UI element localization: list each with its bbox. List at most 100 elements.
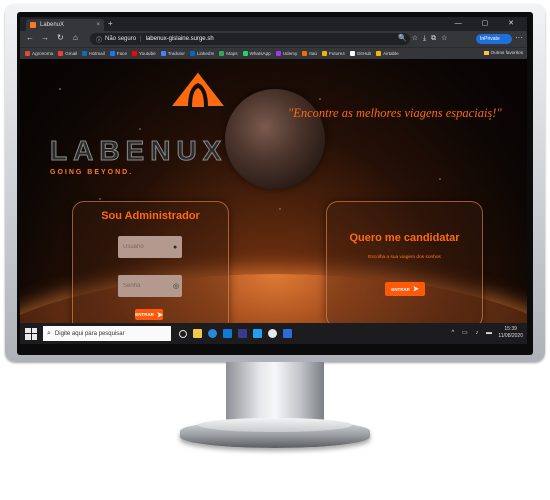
bookmark-label: Itaú	[309, 51, 317, 56]
other-favorites-label: Outros favoritos	[490, 50, 523, 55]
inprivate-badge[interactable]: InPrivate	[476, 34, 512, 44]
monitor-stand-neck	[226, 362, 324, 426]
bookmark-label: Face	[116, 51, 127, 56]
password-input[interactable]	[118, 282, 173, 290]
other-favorites[interactable]: Outros favoritos	[483, 50, 523, 55]
url-field[interactable]: ⓘ Não seguro | labenux-gislaine.surge.sh	[90, 33, 410, 45]
windows-taskbar: ⌕ Digite aqui para pesquisar ^ ▭ ♪ ▬ 15:…	[20, 323, 527, 344]
bookmark-icon	[189, 51, 195, 56]
bookmark-icon	[25, 51, 30, 56]
candidate-card: Quero me candidatar Escolha a sua viagem…	[326, 201, 483, 323]
candidate-button-label: ENTRAR	[391, 286, 410, 292]
browser-tab[interactable]: LabenuX ×	[26, 19, 104, 31]
new-tab-icon[interactable]: +	[108, 19, 113, 28]
bookmark-icon	[82, 51, 88, 56]
bookmark-item[interactable]: Tradutor	[160, 51, 185, 56]
admin-login-button[interactable]: ENTRAR ➤	[135, 309, 163, 320]
browser-tab-bar: LabenuX × + — ▢ ✕	[20, 17, 527, 31]
reload-icon[interactable]: ↻	[57, 33, 64, 42]
task-view-icon[interactable]	[179, 329, 187, 338]
tab-close-icon[interactable]: ×	[96, 22, 100, 28]
bookmark-label: Agronoma	[32, 51, 54, 56]
file-explorer-icon[interactable]	[193, 329, 202, 338]
username-field[interactable]: ●	[118, 236, 182, 258]
bookmark-item[interactable]: WhatsApp	[242, 51, 271, 56]
bookmark-label: GitHub	[356, 51, 372, 56]
bookmark-label: Tradutor	[167, 51, 185, 56]
monitor-stand-base-top	[198, 418, 352, 432]
bookmark-label: Udemy	[282, 51, 298, 56]
bookmark-icon	[109, 51, 115, 56]
bookmark-item[interactable]: Itaú	[302, 51, 317, 56]
candidate-enter-button[interactable]: ENTRAR ➤	[385, 282, 425, 296]
taskbar-search-box[interactable]: ⌕ Digite aqui para pesquisar	[43, 326, 171, 341]
admin-card-title: Sou Administrador	[101, 210, 200, 222]
folder-icon	[483, 50, 489, 55]
edge-icon[interactable]	[208, 329, 217, 338]
send-arrow-icon: ➤	[156, 311, 163, 319]
bookmark-item[interactable]: LinkedIn	[189, 51, 214, 56]
bookmark-item[interactable]: Hotmail	[82, 51, 105, 56]
bookmark-item[interactable]: Udemy	[275, 51, 298, 56]
photoshop-icon[interactable]	[238, 329, 247, 338]
slogan: "Encontre as melhores viagens espaciais!…	[288, 106, 502, 120]
back-icon[interactable]: ←	[26, 33, 34, 42]
url-separator: |	[140, 36, 142, 42]
bookmark-icon	[242, 51, 248, 56]
brand-tagline: GOING BEYOND.	[50, 169, 134, 176]
bookmark-label: Gmail	[65, 51, 78, 56]
send-arrow-icon: ➤	[412, 286, 419, 293]
windows-start-icon[interactable]	[25, 327, 37, 340]
bookmark-item[interactable]: Agronoma	[25, 51, 53, 56]
eye-off-icon[interactable]: ◎	[173, 282, 179, 290]
security-label: Não seguro	[105, 36, 137, 42]
clock-date: 11/08/2020	[498, 333, 523, 339]
forward-icon[interactable]: →	[41, 33, 49, 42]
bookmark-item[interactable]: Airtable	[376, 51, 399, 56]
bookmark-icon	[349, 51, 355, 56]
store-icon[interactable]	[223, 329, 232, 338]
inprivate-label: InPrivate	[480, 36, 500, 42]
tab-title: LabenuX	[40, 22, 65, 28]
password-field[interactable]: ◎	[118, 275, 182, 297]
window-controls[interactable]: — ▢ ✕	[455, 19, 523, 27]
candidate-card-title: Quero me candidatar	[349, 232, 460, 244]
search-icon: ⌕	[47, 329, 51, 337]
info-icon[interactable]: ⓘ	[96, 35, 102, 44]
clock-time: 15:39	[504, 326, 517, 332]
bookmark-item[interactable]: Future4	[321, 51, 345, 56]
bookmark-label: Future4	[328, 51, 345, 56]
bookmark-icon	[376, 51, 382, 56]
bookmark-label: Hotmail	[89, 51, 105, 56]
address-bar-row: ← → ↻ ⌂ ⓘ Não seguro | labenux-gislaine.…	[20, 31, 527, 47]
rocket-logo-icon	[168, 69, 228, 108]
bookmark-icon	[302, 51, 308, 56]
candidate-card-subtitle: Escolha a sua viagem dos sonhos	[368, 255, 441, 260]
bookmark-label: Maps	[226, 51, 238, 56]
bookmark-item[interactable]: GitHub	[349, 51, 372, 56]
bookmarks-bar: Agronoma Gmail Hotmail Face Youtube Trad…	[20, 47, 527, 59]
screen: LabenuX × + — ▢ ✕ ← → ↻ ⌂ ⓘ Não seguro |…	[20, 17, 527, 344]
github-desktop-icon[interactable]	[268, 329, 277, 338]
bookmark-icon	[321, 51, 327, 56]
admin-login-card: Sou Administrador ● ◎ ENTRAR ➤	[72, 201, 229, 323]
more-menu-icon[interactable]: ···	[515, 33, 523, 42]
bookmark-icon	[58, 51, 64, 56]
username-input[interactable]	[118, 243, 173, 251]
bookmark-icon	[160, 51, 166, 56]
bookmark-label: Airtable	[383, 51, 399, 56]
home-icon[interactable]: ⌂	[73, 33, 78, 42]
bookmark-item[interactable]: Maps	[219, 51, 238, 56]
planet-image	[225, 89, 325, 189]
bookmark-item[interactable]: Face	[109, 51, 127, 56]
bookmark-icon	[132, 51, 137, 56]
app-icon[interactable]	[283, 329, 292, 338]
toolbar-icons[interactable]: 🔍☆⤓⧉☆	[398, 34, 452, 43]
system-tray-icons[interactable]: ^ ▭ ♪ ▬	[452, 329, 496, 336]
url-text[interactable]: labenux-gislaine.surge.sh	[146, 36, 214, 42]
admin-login-button-label: ENTRAR	[135, 312, 154, 317]
vscode-icon[interactable]	[253, 329, 262, 338]
bookmark-item[interactable]: Gmail	[58, 51, 77, 56]
bookmark-item[interactable]: Youtube	[132, 51, 156, 56]
clock[interactable]: 15:39 11/08/2020	[498, 326, 523, 340]
